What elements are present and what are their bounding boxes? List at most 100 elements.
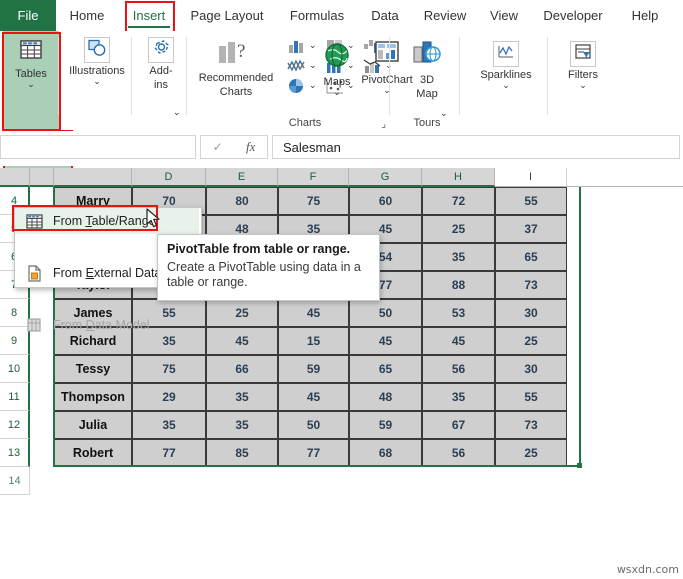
cell-value[interactable]: 45: [278, 383, 349, 411]
formula-input[interactable]: Salesman: [272, 135, 680, 159]
tab-data[interactable]: Data: [362, 0, 408, 31]
cell-salesman-name[interactable]: Robert: [54, 439, 132, 467]
cell-value[interactable]: 15: [278, 327, 349, 355]
cell-value[interactable]: 75: [278, 187, 349, 215]
tours-group-label: Tours: [413, 117, 441, 129]
cell-value[interactable]: 45: [206, 327, 278, 355]
chevron-down-icon[interactable]: ⌄: [27, 80, 35, 89]
cell-value[interactable]: 59: [278, 355, 349, 383]
cell-salesman-name[interactable]: Tessy: [54, 355, 132, 383]
tab-view[interactable]: View: [482, 0, 526, 31]
cell-value[interactable]: 88: [422, 271, 495, 299]
cell-value[interactable]: 37: [495, 215, 567, 243]
cell-value[interactable]: 45: [422, 327, 495, 355]
cell-salesman-name[interactable]: Thompson: [54, 383, 132, 411]
column-header-g[interactable]: G: [349, 168, 422, 187]
tab-insert[interactable]: Insert: [122, 0, 176, 31]
column-header-i[interactable]: I: [495, 168, 567, 187]
cell-value[interactable]: 73: [495, 411, 567, 439]
column-header-e[interactable]: E: [206, 168, 278, 187]
cell-value[interactable]: 35: [422, 243, 495, 271]
chevron-down-icon[interactable]: ⌄: [93, 77, 101, 86]
cell-value[interactable]: 77: [278, 439, 349, 467]
illustrations-button[interactable]: Illustrations ⌄: [62, 37, 132, 86]
cell-value[interactable]: 65: [495, 243, 567, 271]
cell-value[interactable]: 35: [132, 411, 206, 439]
cell-value[interactable]: 73: [495, 271, 567, 299]
cell-value[interactable]: 59: [349, 411, 422, 439]
cell-value[interactable]: 45: [278, 299, 349, 327]
select-all-corner[interactable]: [0, 168, 30, 187]
cell-value[interactable]: 60: [349, 187, 422, 215]
cell-value[interactable]: 65: [349, 355, 422, 383]
name-box[interactable]: [0, 135, 196, 159]
sparklines-button[interactable]: Sparklines ⌄: [464, 41, 548, 90]
cell-value[interactable]: 25: [206, 299, 278, 327]
row-header-12[interactable]: 12: [0, 411, 30, 439]
cell-value[interactable]: 25: [495, 327, 567, 355]
cell-value[interactable]: 50: [278, 411, 349, 439]
cell-value[interactable]: 35: [206, 383, 278, 411]
row-header-11[interactable]: 11: [0, 383, 30, 411]
cell-value[interactable]: 29: [132, 383, 206, 411]
charts-dialog-launcher-icon[interactable]: ⌟: [381, 119, 386, 130]
row-header-10[interactable]: 10: [0, 355, 30, 383]
cell-value[interactable]: 67: [422, 411, 495, 439]
cell-value[interactable]: 53: [422, 299, 495, 327]
enter-check-icon[interactable]: ✓: [213, 140, 223, 154]
selection-fill-handle[interactable]: [577, 463, 582, 468]
tooltip-body: Create a PivotTable using data in a tabl…: [167, 260, 361, 289]
recommended-charts-button[interactable]: ? Recommended Charts: [190, 39, 282, 98]
cell-value[interactable]: 25: [495, 439, 567, 467]
tables-button[interactable]: Tables ⌄: [3, 37, 59, 89]
tab-home[interactable]: Home: [56, 0, 118, 31]
cell-value[interactable]: 55: [495, 383, 567, 411]
cell-value[interactable]: 55: [495, 187, 567, 215]
column-header-j[interactable]: [567, 168, 683, 187]
column-header-c[interactable]: [54, 168, 132, 187]
tab-help[interactable]: Help: [620, 0, 670, 31]
tab-file[interactable]: File: [0, 0, 56, 31]
cell-value[interactable]: 56: [422, 439, 495, 467]
chevron-down-icon[interactable]: ⌄: [502, 81, 510, 90]
cell-value[interactable]: 48: [349, 383, 422, 411]
filters-button[interactable]: Filters ⌄: [552, 41, 614, 90]
tab-review[interactable]: Review: [416, 0, 474, 31]
cell-salesman-name[interactable]: Julia: [54, 411, 132, 439]
cell-value[interactable]: 35: [206, 411, 278, 439]
menu-item-from-table-range[interactable]: From Table/Range: [15, 208, 199, 234]
column-header-partial[interactable]: [30, 168, 54, 187]
cell-value[interactable]: 80: [206, 187, 278, 215]
tab-formulas[interactable]: Formulas: [282, 0, 352, 31]
row-header-13[interactable]: 13: [0, 439, 30, 467]
cell-value[interactable]: 50: [349, 299, 422, 327]
3d-map-button[interactable]: 3D Map: [394, 39, 460, 100]
column-chart-icon[interactable]: [286, 37, 308, 58]
maps-button[interactable]: Maps ⌄: [314, 41, 360, 97]
cell-value[interactable]: 72: [422, 187, 495, 215]
tab-developer[interactable]: Developer: [534, 0, 612, 31]
cell-value[interactable]: 77: [132, 439, 206, 467]
chevron-down-icon[interactable]: ⌄: [579, 81, 587, 90]
cell-value[interactable]: 75: [132, 355, 206, 383]
pie-chart-icon[interactable]: [286, 77, 308, 98]
cell-value[interactable]: 35: [422, 383, 495, 411]
column-header-f[interactable]: F: [278, 168, 349, 187]
chevron-down-icon[interactable]: ⌄: [333, 88, 341, 97]
cell-value[interactable]: 68: [349, 439, 422, 467]
addins-button[interactable]: Add- ins: [135, 37, 187, 91]
cell-value[interactable]: 85: [206, 439, 278, 467]
cell-value[interactable]: 45: [349, 327, 422, 355]
chevron-down-icon[interactable]: ⌄: [173, 108, 181, 117]
cell-value[interactable]: 56: [422, 355, 495, 383]
cell-value[interactable]: 66: [206, 355, 278, 383]
cell-value[interactable]: 25: [422, 215, 495, 243]
cell-value[interactable]: 30: [495, 355, 567, 383]
column-header-d[interactable]: D: [132, 168, 206, 187]
cell-value[interactable]: 30: [495, 299, 567, 327]
row-header-14[interactable]: 14: [0, 467, 30, 495]
tab-page-layout[interactable]: Page Layout: [182, 0, 272, 31]
column-header-h[interactable]: H: [422, 168, 495, 187]
insert-function-icon[interactable]: fx: [246, 139, 255, 155]
line-chart-icon[interactable]: [286, 57, 308, 78]
